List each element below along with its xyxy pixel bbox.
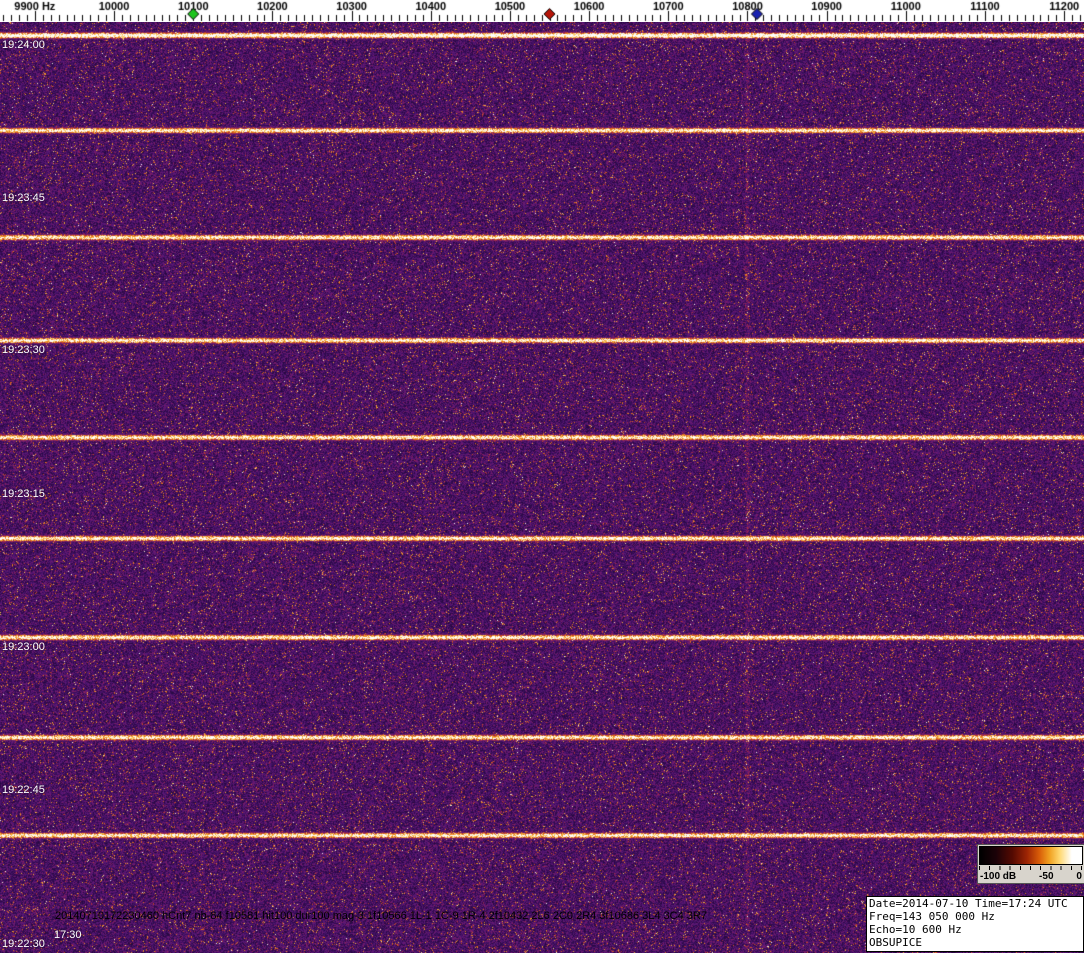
time-label: 19:22:30 [2,938,45,950]
time-label: 19:23:45 [2,192,45,204]
event-annotation-text: 20140710172230460 hCnt7 nb-84 f10581 hit… [55,910,707,922]
time-label: 19:23:30 [2,344,45,356]
colorbar-mid-label: -50 [1039,871,1053,882]
time-label: 19:22:45 [2,784,45,796]
partial-time-label: 17:30 [54,929,82,941]
colorbar-labels: -100 dB -50 0 [979,870,1083,882]
frequency-ruler[interactable] [0,0,1084,22]
time-label: 19:23:15 [2,488,45,500]
observation-info-box: Date=2014-07-10 Time=17:24 UTC Freq=143 … [866,896,1084,952]
colorbar-gradient [979,846,1083,865]
waterfall-screen: 19:24:00 19:23:45 19:23:30 19:23:15 19:23:00… [0,0,1084,953]
db-colorbar: -100 dB -50 0 [977,844,1084,884]
info-date-time: Date=2014-07-10 Time=17:24 UTC [869,897,1081,910]
time-label: 19:23:00 [2,641,45,653]
colorbar-max-label: 0 [1076,871,1082,882]
spectrogram-waterfall [0,22,1084,953]
info-station: OBSUPICE [869,936,1081,949]
info-frequency: Freq=143 050 000 Hz [869,910,1081,923]
info-echo: Echo=10 600 Hz [869,923,1081,936]
time-label: 19:24:00 [2,39,45,51]
colorbar-min-label: -100 dB [980,871,1016,882]
